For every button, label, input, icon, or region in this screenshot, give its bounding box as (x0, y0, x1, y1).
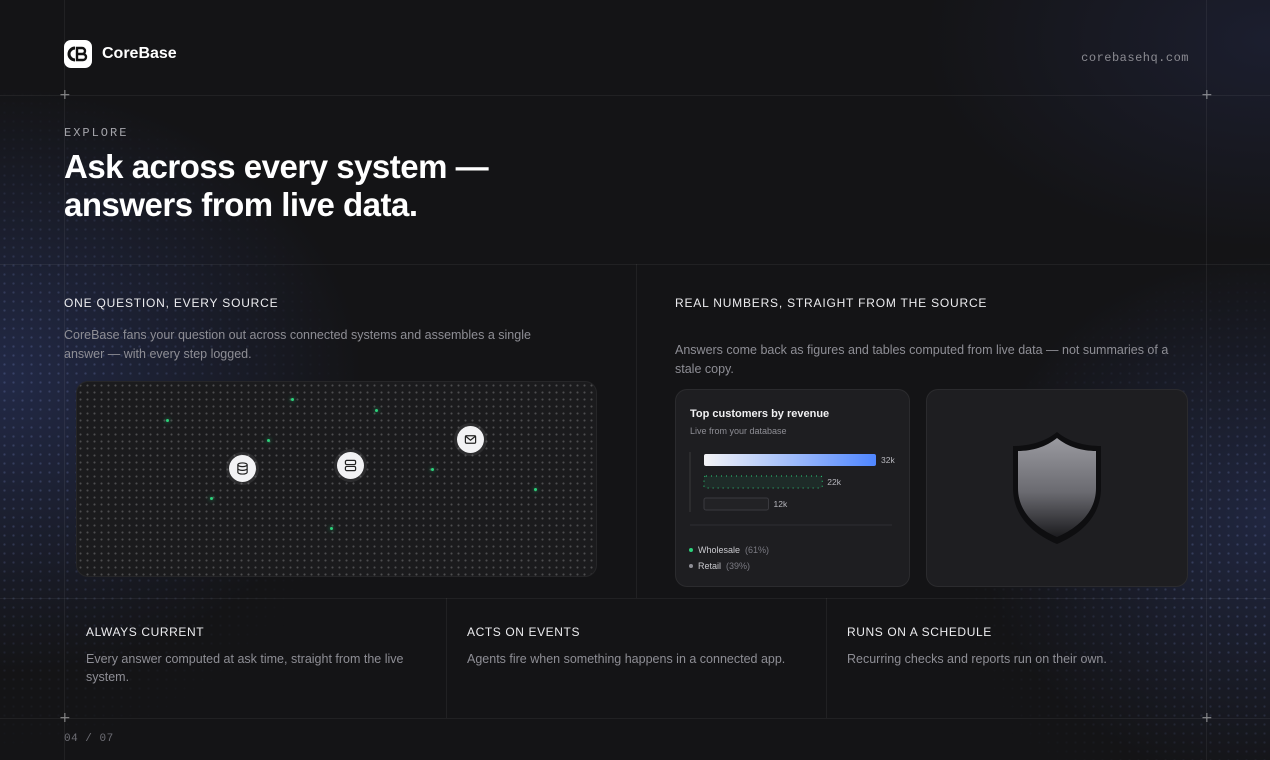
signal-dot (534, 488, 537, 491)
grid-line (0, 95, 1270, 96)
page-indicator: 04 / 07 (64, 733, 114, 745)
grid-line (826, 598, 827, 718)
grid-line (0, 598, 1270, 599)
dot-grid (77, 382, 596, 576)
legend-percent: (39%) (726, 561, 751, 571)
legend-label: Wholesale (698, 545, 741, 555)
signal-dot (166, 419, 169, 422)
legend-label: Retail (698, 561, 722, 571)
database-icon[interactable] (229, 455, 256, 482)
site-url[interactable]: corebasehq.com (1081, 51, 1189, 65)
mail-icon[interactable] (457, 426, 484, 453)
grid-line (636, 264, 637, 598)
signal-dot (330, 527, 333, 530)
section-description-numbers: Answers come back as figures and tables … (675, 343, 1169, 376)
feature-title-runs-on-schedule: RUNS ON A SCHEDULE (847, 625, 992, 639)
signal-dot (210, 497, 213, 500)
crosshair-icon: + (1201, 710, 1213, 726)
brand-name: CoreBase (102, 45, 177, 62)
revenue-chart-card: Top customers by revenue Live from your … (675, 389, 910, 587)
legend-dot (689, 564, 693, 568)
grid-line (446, 598, 447, 718)
feature-title-always-current: ALWAYS CURRENT (86, 625, 205, 639)
legend-item-wholesale: Wholesale (61%) (689, 545, 769, 555)
crosshair-icon: + (59, 710, 71, 726)
feature-description-always-current: Every answer computed at ask time, strai… (86, 652, 404, 684)
chart-value-label: 12k (774, 499, 788, 509)
signal-dot (267, 439, 270, 442)
brand-logo[interactable]: CoreBase (64, 40, 177, 68)
server-icon[interactable] (337, 452, 364, 479)
page-title: Ask across every system — answers from l… (64, 148, 489, 223)
crosshair-icon: + (1201, 87, 1213, 103)
feature-description-runs-on-schedule: Recurring checks and reports run on thei… (847, 652, 1107, 666)
section-description-sources: CoreBase fans your question out across c… (64, 328, 531, 361)
grid-line (1206, 0, 1207, 760)
grid-line (64, 0, 65, 760)
feature-title-acts-on-events: ACTS ON EVENTS (467, 625, 581, 639)
legend-item-retail: Retail (39%) (689, 561, 750, 571)
security-card (926, 389, 1188, 587)
section-title-sources: ONE QUESTION, EVERY SOURCE (64, 296, 279, 310)
legend-percent: (61%) (745, 545, 770, 555)
legend-dot (689, 548, 693, 552)
signal-dot (431, 468, 434, 471)
sources-visualization (76, 381, 597, 577)
section-eyebrow: EXPLORE (64, 126, 129, 140)
chart-bar (703, 497, 769, 511)
grid-line (0, 718, 1270, 719)
chart-bar (703, 475, 823, 489)
shield-icon (1013, 432, 1101, 544)
signal-dot (291, 398, 294, 401)
grid-line (0, 264, 1270, 265)
chart-bar (704, 454, 876, 466)
chart-value-label: 22k (827, 477, 841, 487)
signal-dot (375, 409, 378, 412)
revenue-bar-chart: 32k 22k 12k (689, 452, 895, 526)
feature-description-acts-on-events: Agents fire when something happens in a … (467, 652, 786, 666)
corebase-logo-icon (64, 40, 92, 68)
chart-value-label: 32k (881, 455, 895, 465)
section-title-numbers: REAL NUMBERS, STRAIGHT FROM THE SOURCE (675, 296, 988, 310)
crosshair-icon: + (59, 87, 71, 103)
background-dot-pattern-right (0, 0, 1270, 760)
